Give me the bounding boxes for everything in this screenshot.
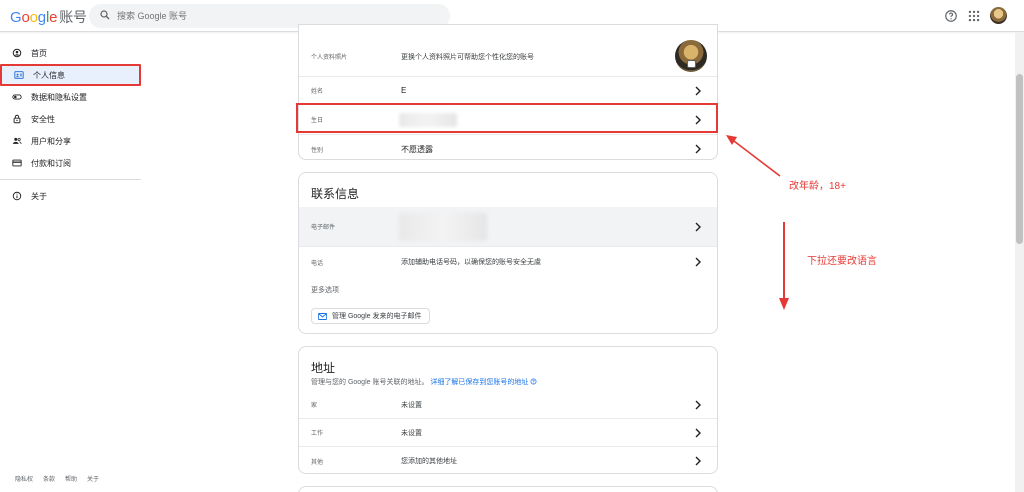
sidebar-item-label: 安全性 bbox=[31, 114, 55, 124]
address-learn-more-link[interactable]: 详细了解已保存到您账号的地址 bbox=[430, 379, 528, 386]
email-row[interactable]: 电子邮件 bbox=[299, 207, 717, 247]
arrow-head bbox=[779, 298, 789, 310]
name-row[interactable]: 姓名 E bbox=[299, 77, 717, 105]
email-label: 电子邮件 bbox=[311, 225, 336, 231]
account-avatar[interactable] bbox=[990, 7, 1007, 24]
manage-emails-button[interactable]: 管理 Google 发来的电子邮件 bbox=[311, 308, 431, 324]
search-icon bbox=[100, 10, 110, 20]
address-label: 家 bbox=[311, 403, 318, 409]
annotation-arrows bbox=[726, 135, 789, 310]
photo-description: 更换个人资料照片可帮助您个性化您的账号 bbox=[401, 53, 534, 61]
address-value: 未设置 bbox=[401, 401, 422, 409]
address-desc-text: 管理与您的 Google 账号关联的地址。 bbox=[311, 379, 429, 386]
address-title: 地址 bbox=[311, 361, 336, 375]
photo-label: 个人资料照片 bbox=[311, 55, 348, 61]
annotation-age: 改年龄，18+ bbox=[789, 181, 846, 192]
sidebar-divider bbox=[0, 179, 141, 180]
profile-photo-avatar[interactable] bbox=[675, 40, 707, 72]
sidebar-item-about[interactable]: 关于 bbox=[0, 185, 141, 207]
phone-value: 添加辅助电话号码，以确保您的账号安全无虞 bbox=[401, 259, 541, 266]
more-options-label: 更多选项 bbox=[311, 287, 339, 294]
sidebar-item-personal-info[interactable]: 个人信息 bbox=[0, 64, 141, 86]
sidebar-item-label: 付款和订阅 bbox=[31, 158, 71, 168]
address-row-work[interactable]: 工作 未设置 bbox=[299, 419, 717, 447]
name-label: 姓名 bbox=[311, 89, 324, 95]
address-label: 工作 bbox=[311, 431, 324, 437]
footer-link-help[interactable]: 帮助 bbox=[65, 474, 77, 483]
arrow-head bbox=[726, 135, 737, 145]
basic-info-card: 个人资料照片 更换个人资料照片可帮助您个性化您的账号 姓名 E 生日 性别 不愿… bbox=[298, 24, 718, 160]
mail-icon bbox=[318, 313, 327, 320]
person-card-icon bbox=[14, 71, 24, 79]
manage-emails-label: 管理 Google 发来的电子邮件 bbox=[332, 313, 422, 320]
chevron-right-icon bbox=[695, 222, 701, 231]
sidebar-item-label: 用户和分享 bbox=[31, 136, 71, 146]
help-circle-icon[interactable] bbox=[530, 378, 537, 385]
address-row-home[interactable]: 家 未设置 bbox=[299, 391, 717, 419]
sidebar-item-label: 关于 bbox=[31, 191, 47, 201]
logo-account-label: 账号 bbox=[59, 9, 87, 25]
sidebar: 首页 个人信息 数据和隐私设置 安全性 用户和分享 付款和订阅 关于 bbox=[0, 42, 141, 207]
page-scrollbar[interactable] bbox=[1015, 32, 1024, 492]
chevron-right-icon bbox=[695, 456, 701, 466]
arrow-to-birthday bbox=[729, 137, 781, 177]
footer-links: 隐私权 条款 帮助 关于 bbox=[15, 474, 99, 483]
address-value: 未设置 bbox=[401, 429, 422, 437]
google-account-logo[interactable]: Google 账号 bbox=[10, 7, 87, 27]
address-value: 您添加的其他地址 bbox=[401, 458, 457, 465]
phone-label: 电话 bbox=[311, 260, 324, 267]
page: Google账号 首页 个人信息 数据和隐私设置 安全性 用户和分享 bbox=[0, 0, 1024, 492]
chevron-right-icon bbox=[695, 257, 701, 267]
profile-photo-row[interactable]: 个人资料照片 更换个人资料照片可帮助您个性化您的账号 bbox=[299, 37, 717, 77]
phone-row[interactable]: 电话 添加辅助电话号码，以确保您的账号安全无虞 bbox=[299, 247, 717, 277]
email-value-redacted bbox=[399, 213, 487, 241]
home-icon bbox=[12, 48, 22, 58]
chevron-right-icon bbox=[695, 144, 701, 154]
sidebar-item-label: 数据和隐私设置 bbox=[31, 92, 87, 102]
gender-value: 不愿透露 bbox=[401, 144, 433, 154]
sidebar-item-people-sharing[interactable]: 用户和分享 bbox=[0, 130, 141, 152]
lock-icon bbox=[13, 114, 21, 124]
address-description: 管理与您的 Google 账号关联的地址。 详细了解已保存到您账号的地址 bbox=[311, 377, 537, 387]
card-icon bbox=[12, 159, 22, 167]
sidebar-item-home[interactable]: 首页 bbox=[0, 42, 141, 64]
help-icon[interactable] bbox=[944, 9, 958, 23]
sidebar-item-label: 首页 bbox=[31, 48, 47, 58]
footer-link-terms[interactable]: 条款 bbox=[43, 474, 55, 483]
chevron-right-icon bbox=[695, 86, 701, 95]
search-input[interactable] bbox=[117, 8, 437, 24]
camera-icon bbox=[687, 60, 696, 68]
chevron-right-icon bbox=[695, 428, 701, 437]
contact-title: 联系信息 bbox=[311, 187, 360, 201]
name-value: E bbox=[401, 86, 407, 95]
address-card: 地址 管理与您的 Google 账号关联的地址。 详细了解已保存到您账号的地址 … bbox=[298, 346, 718, 474]
sidebar-item-payments[interactable]: 付款和订阅 bbox=[0, 152, 141, 174]
scrollbar-thumb[interactable] bbox=[1016, 74, 1023, 244]
info-icon bbox=[12, 191, 22, 201]
birthday-highlight-box bbox=[296, 103, 718, 133]
gender-label: 性别 bbox=[311, 147, 324, 154]
contact-info-card: 联系信息 电子邮件 电话 添加辅助电话号码，以确保您的账号安全无虞 更多选项 管… bbox=[298, 172, 718, 334]
footer-link-about[interactable]: 关于 bbox=[87, 474, 99, 483]
gender-row[interactable]: 性别 不愿透露 bbox=[299, 135, 717, 159]
logo-text: Google bbox=[10, 9, 58, 26]
footer-link-privacy[interactable]: 隐私权 bbox=[15, 474, 33, 483]
sidebar-item-data-privacy[interactable]: 数据和隐私设置 bbox=[0, 86, 141, 108]
sidebar-item-security[interactable]: 安全性 bbox=[0, 108, 141, 130]
chevron-right-icon bbox=[695, 400, 701, 409]
toggle-icon bbox=[12, 94, 22, 100]
sidebar-item-label: 个人信息 bbox=[33, 70, 65, 80]
address-row-other[interactable]: 其他 您添加的其他地址 bbox=[299, 447, 717, 473]
people-icon bbox=[12, 137, 22, 144]
next-card-partial bbox=[298, 486, 718, 492]
apps-grid-icon[interactable] bbox=[967, 9, 981, 23]
address-label: 其他 bbox=[311, 459, 324, 466]
annotation-scroll: 下拉还要改语言 bbox=[807, 256, 877, 267]
